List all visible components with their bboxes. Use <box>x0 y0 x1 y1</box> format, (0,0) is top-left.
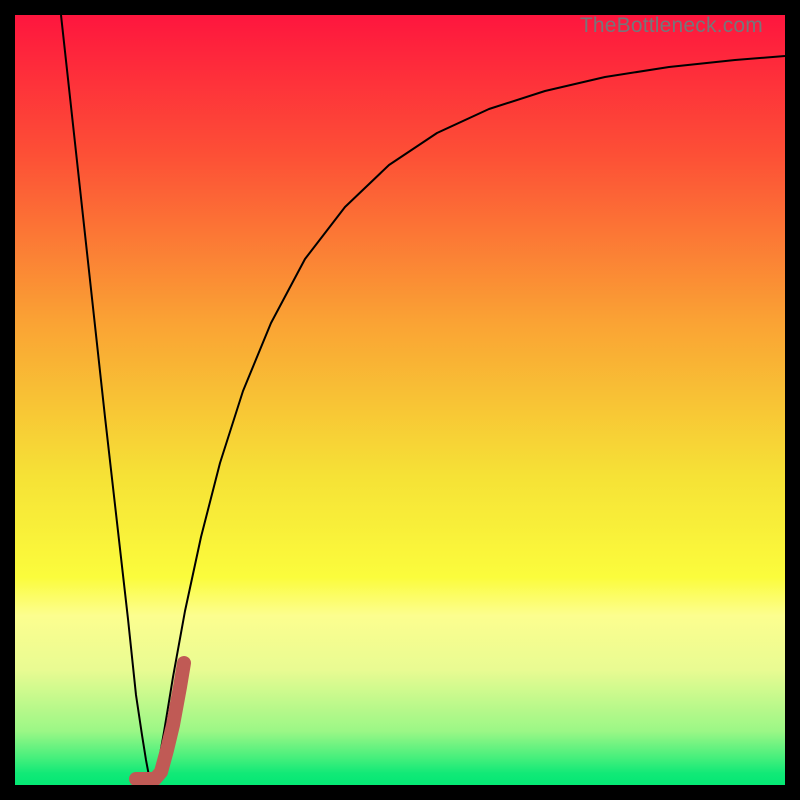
plot-area: TheBottleneck.com <box>15 15 785 785</box>
bottleneck-curve <box>61 15 785 780</box>
chart-curves <box>15 15 785 785</box>
marker-j <box>136 663 184 779</box>
chart-frame: TheBottleneck.com <box>0 0 800 800</box>
watermark-text: TheBottleneck.com <box>580 15 763 38</box>
